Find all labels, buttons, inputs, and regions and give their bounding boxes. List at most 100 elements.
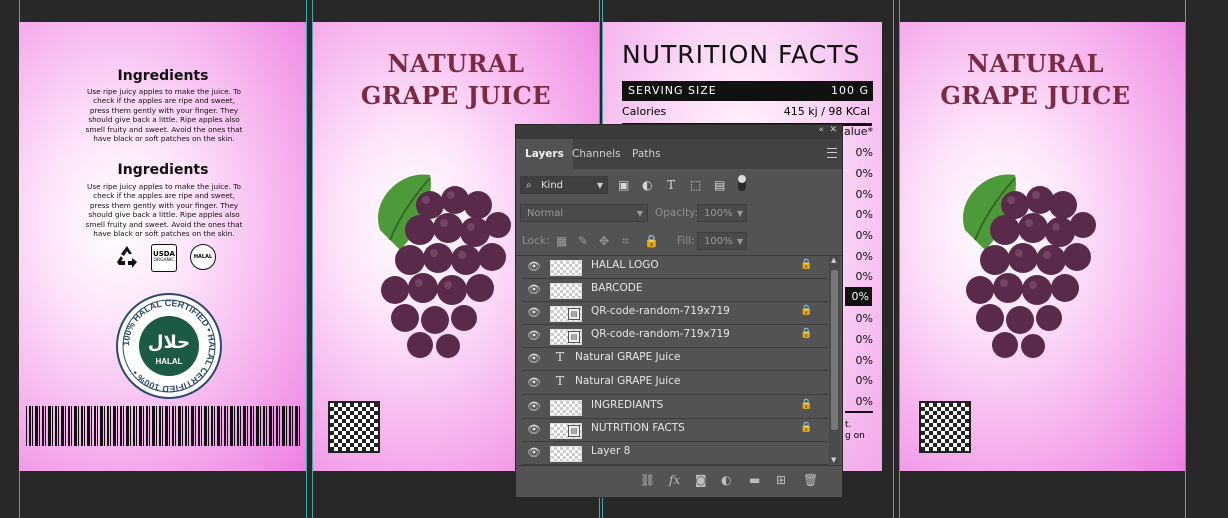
calories-row: Calories 415 kj / 98 KCal: [622, 103, 872, 126]
percent-value: 0%: [855, 395, 873, 408]
lock-icon: 🔒: [800, 305, 813, 316]
layer-name[interactable]: Layer 8: [591, 445, 630, 457]
visibility-eye-icon[interactable]: 👁: [527, 376, 541, 390]
smart-object-icon: ▤: [568, 308, 580, 320]
lock-icon: 🔒: [800, 399, 813, 410]
delete-layer-trash-icon[interactable]: 🗑: [803, 473, 818, 487]
nutrition-title: NUTRITION FACTS: [622, 40, 861, 69]
ingredients-text-2: Use ripe juicy apples to make the juice.…: [85, 182, 243, 239]
shape-filter-icon[interactable]: ⬚: [690, 178, 701, 192]
visibility-eye-icon[interactable]: 👁: [527, 423, 541, 437]
percent-value: 0%: [855, 374, 873, 387]
layers-panel: « ✕ Layers Channels Paths ⌕ Kind ▼ ▣ ◐ T…: [515, 124, 843, 498]
ingredients-text-1: Use ripe juicy apples to make the juice.…: [85, 87, 243, 144]
layers-scrollbar-track[interactable]: ▲ ▼: [829, 256, 840, 464]
qr-code: [328, 401, 380, 453]
lock-icon: 🔒: [800, 259, 813, 270]
lock-label: Lock:: [522, 235, 550, 247]
filter-toggle-switch[interactable]: [738, 175, 746, 191]
tab-paths[interactable]: Paths: [623, 139, 670, 169]
layer-row[interactable]: 👁 Layer 8: [522, 442, 828, 465]
layer-name[interactable]: QR-code-random-719x719: [591, 328, 730, 340]
layer-thumbnail: [550, 283, 582, 299]
pixel-filter-icon[interactable]: ▣: [618, 178, 629, 192]
usda-label: USDA: [153, 250, 175, 258]
visibility-eye-icon[interactable]: 👁: [527, 283, 541, 297]
visibility-eye-icon[interactable]: 👁: [527, 352, 541, 366]
blend-mode-select[interactable]: Normal ▼: [520, 204, 648, 222]
layer-name[interactable]: Natural GRAPE Juice: [575, 375, 680, 387]
panel-top-bar[interactable]: « ✕: [516, 125, 842, 139]
daily-value-header: alue*: [844, 125, 874, 138]
nutrition-bottom-rule: [845, 411, 873, 413]
layer-row[interactable]: 👁 BARCODE: [522, 279, 828, 302]
guide-line: [1185, 0, 1186, 518]
visibility-eye-icon[interactable]: 👁: [527, 400, 541, 414]
serving-label: SERVING SIZE: [628, 84, 717, 97]
grape-bunch-image: [378, 174, 511, 358]
layer-row[interactable]: 👁 ▤ NUTRITION FACTS 🔒: [522, 419, 828, 442]
layer-name[interactable]: Natural GRAPE Juice: [575, 351, 680, 363]
percent-value: 0%: [855, 229, 873, 242]
percent-value: 0%: [855, 354, 873, 367]
scroll-up-icon[interactable]: ▲: [831, 256, 836, 264]
filter-kind-select[interactable]: ⌕ Kind ▼: [520, 176, 608, 194]
percent-value: 0%: [855, 270, 873, 283]
tab-channels[interactable]: Channels: [563, 139, 630, 169]
percent-value: 0%: [855, 208, 873, 221]
percent-value: 0%: [855, 250, 873, 263]
lock-image-pixels-icon[interactable]: ✎: [578, 234, 588, 248]
adjustment-filter-icon[interactable]: ◐: [642, 178, 652, 192]
blend-mode-value: Normal: [527, 208, 564, 219]
layer-row[interactable]: 👁 T Natural GRAPE Juice: [522, 348, 828, 371]
collapse-panel-icon[interactable]: «: [818, 125, 824, 135]
close-panel-icon[interactable]: ✕: [829, 125, 837, 135]
text-layer-icon: T: [556, 350, 565, 364]
layer-row[interactable]: 👁 ▤ QR-code-random-719x719 🔒: [522, 325, 828, 348]
layer-row[interactable]: 👁 HALAL LOGO 🔒: [522, 256, 828, 279]
scroll-down-icon[interactable]: ▼: [831, 456, 836, 464]
layer-name[interactable]: QR-code-random-719x719: [591, 305, 730, 317]
layer-name[interactable]: INGREDIANTS: [591, 399, 663, 411]
lock-position-icon[interactable]: ✥: [599, 234, 609, 248]
qr-code: [919, 401, 971, 453]
new-layer-icon[interactable]: ⊞: [776, 473, 786, 487]
fill-field[interactable]: 100% ▼: [697, 232, 747, 250]
visibility-eye-icon[interactable]: 👁: [527, 260, 541, 274]
adjustment-layer-icon[interactable]: ◐: [721, 473, 731, 487]
chevron-down-icon: ▼: [736, 237, 743, 246]
layer-name[interactable]: HALAL LOGO: [591, 259, 659, 271]
percent-value: 0%: [855, 167, 873, 180]
search-icon: ⌕: [526, 180, 532, 191]
layer-name[interactable]: BARCODE: [591, 282, 642, 294]
lock-icon: 🔒: [800, 422, 813, 433]
opacity-field[interactable]: 100% ▼: [697, 204, 747, 222]
panel-menu-icon[interactable]: [827, 148, 837, 158]
back-title-line2: GRAPE JUICE: [940, 81, 1131, 110]
layer-row[interactable]: 👁 ▤ QR-code-random-719x719 🔒: [522, 302, 828, 325]
calories-label: Calories: [622, 105, 667, 118]
chevron-down-icon: ▼: [596, 181, 603, 190]
percent-value-highlight: 0%: [845, 287, 872, 306]
lock-all-icon[interactable]: 🔒: [644, 234, 659, 248]
seal-halal-label: HALAL: [155, 357, 182, 366]
visibility-eye-icon[interactable]: 👁: [527, 306, 541, 320]
new-group-folder-icon[interactable]: ▬: [749, 473, 760, 487]
layer-row[interactable]: 👁 T Natural GRAPE Juice: [522, 372, 828, 395]
layer-row[interactable]: 👁 INGREDIANTS 🔒: [522, 396, 828, 419]
layer-style-fx-icon[interactable]: fx: [669, 473, 680, 487]
back-title-line1: NATURAL: [967, 49, 1104, 78]
type-filter-icon[interactable]: T: [667, 178, 675, 192]
footnote-line1: t.: [845, 420, 852, 430]
lock-artboard-icon[interactable]: ⌗: [622, 234, 629, 248]
smart-object-filter-icon[interactable]: ▤: [714, 178, 725, 192]
link-layers-icon[interactable]: ⛓: [640, 473, 655, 487]
visibility-eye-icon[interactable]: 👁: [527, 329, 541, 343]
add-mask-icon[interactable]: ◙: [695, 473, 707, 487]
usda-sub-label: ORGANIC: [153, 258, 175, 263]
recycle-icon: [117, 246, 137, 268]
layer-name[interactable]: NUTRITION FACTS: [591, 422, 685, 434]
layers-scrollbar-thumb[interactable]: [831, 270, 838, 430]
visibility-eye-icon[interactable]: 👁: [527, 446, 541, 460]
lock-transparent-pixels-icon[interactable]: ▦: [556, 234, 567, 248]
